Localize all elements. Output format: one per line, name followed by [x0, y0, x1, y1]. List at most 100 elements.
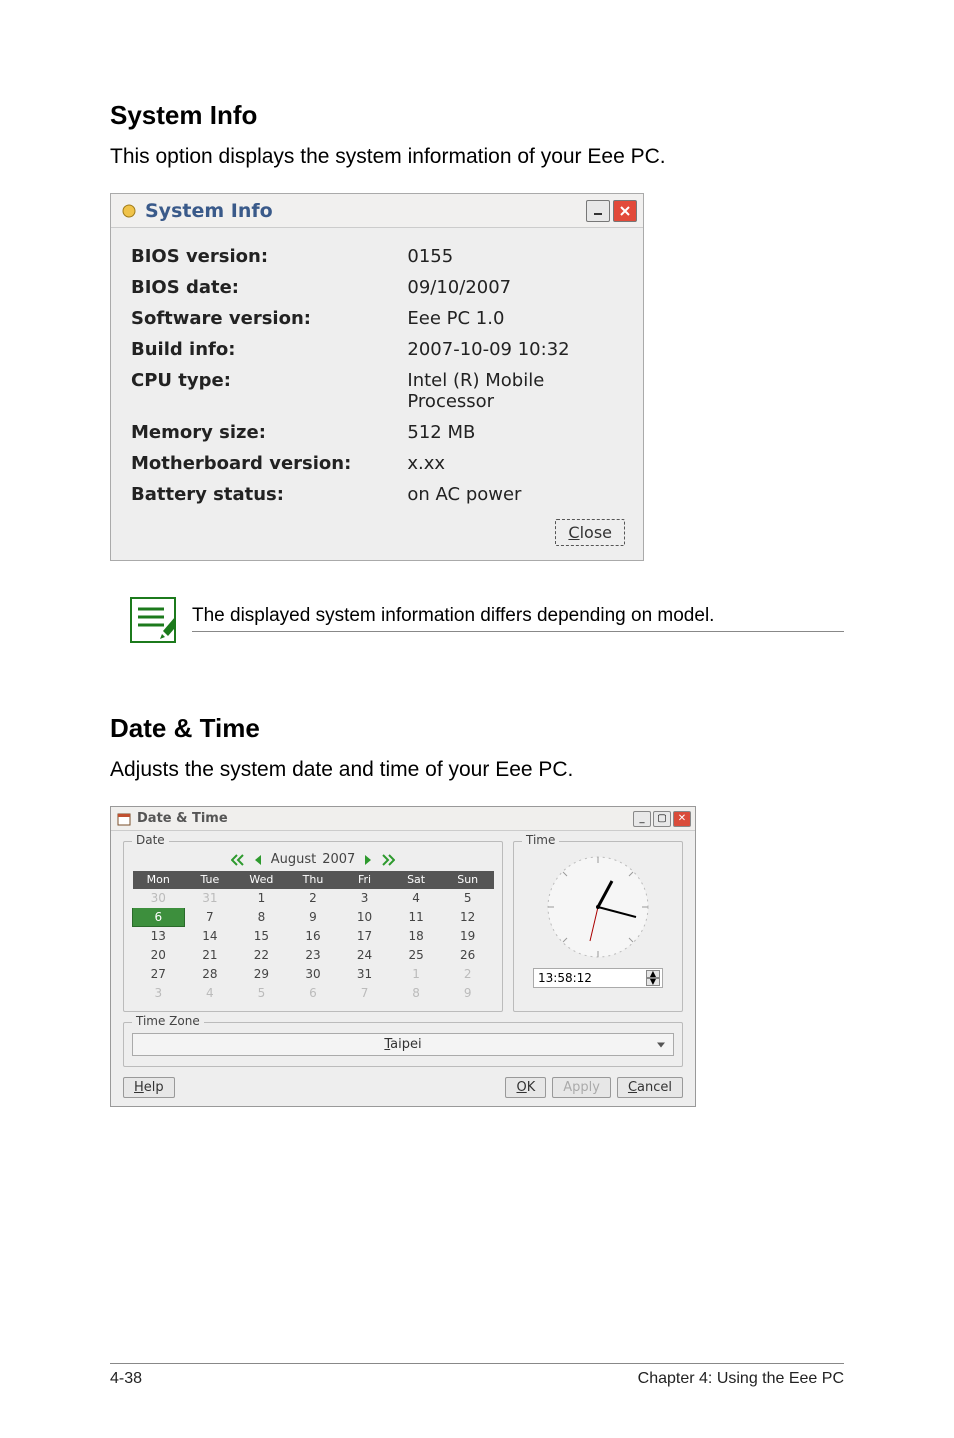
timezone-legend: Time Zone	[132, 1014, 204, 1028]
dt-maximize-button[interactable]: ▢	[653, 811, 671, 827]
calendar[interactable]: MonTueWedThuFriSatSun 303112345678910111…	[132, 871, 494, 1003]
weekday-header: Thu	[287, 871, 339, 889]
date-legend: Date	[132, 833, 169, 847]
sysinfo-table: BIOS version:0155BIOS date:09/10/2007Sof…	[129, 240, 625, 511]
calendar-day[interactable]: 6	[287, 984, 339, 1003]
datetime-window: Date & Time _ ▢ ✕ Date	[110, 806, 696, 1107]
info-value: 2007-10-09 10:32	[407, 335, 623, 364]
weekday-header: Sat	[390, 871, 442, 889]
calendar-day[interactable]: 6	[133, 908, 185, 927]
calendar-day[interactable]: 20	[133, 946, 185, 965]
prev-year-button[interactable]	[231, 853, 245, 867]
calendar-day[interactable]: 18	[390, 927, 442, 946]
datetime-description: Adjusts the system date and time of your…	[110, 758, 844, 782]
info-label: Motherboard version:	[131, 449, 405, 478]
calendar-day[interactable]: 28	[184, 965, 236, 984]
timezone-select[interactable]: Taipei	[132, 1033, 674, 1056]
calendar-day[interactable]: 3	[339, 889, 391, 908]
weekday-header: Fri	[339, 871, 391, 889]
next-year-button[interactable]	[381, 853, 395, 867]
sysinfo-titlebar: System Info	[111, 194, 643, 228]
ok-button[interactable]: OK	[505, 1077, 546, 1098]
time-spinner[interactable]: 13:58:12 ▲ ▼	[533, 968, 663, 988]
app-icon	[121, 203, 137, 219]
info-label: BIOS version:	[131, 242, 405, 271]
calendar-day[interactable]: 9	[287, 908, 339, 927]
time-legend: Time	[522, 833, 559, 847]
info-label: Build info:	[131, 335, 405, 364]
calendar-day[interactable]: 31	[184, 889, 236, 908]
calendar-day[interactable]: 24	[339, 946, 391, 965]
next-month-button[interactable]	[361, 853, 375, 867]
sysinfo-heading: System Info	[110, 100, 844, 131]
minimize-button[interactable]	[586, 200, 610, 222]
sysinfo-window: System Info BIOS version:0155BIOS date:0…	[110, 193, 644, 561]
info-value: Eee PC 1.0	[407, 304, 623, 333]
calendar-day[interactable]: 27	[133, 965, 185, 984]
apply-button[interactable]: Apply	[552, 1077, 611, 1098]
calendar-day[interactable]: 4	[184, 984, 236, 1003]
calendar-day[interactable]: 1	[236, 889, 288, 908]
info-label: BIOS date:	[131, 273, 405, 302]
calendar-day[interactable]: 10	[339, 908, 391, 927]
info-value: x.xx	[407, 449, 623, 478]
calendar-day[interactable]: 5	[236, 984, 288, 1003]
date-groupbox: Date August 2007	[123, 841, 503, 1012]
calendar-day[interactable]: 7	[339, 984, 391, 1003]
weekday-header: Tue	[184, 871, 236, 889]
calendar-day[interactable]: 12	[442, 908, 494, 927]
calendar-day[interactable]: 11	[390, 908, 442, 927]
note-text: The displayed system information differs…	[192, 597, 844, 632]
close-button[interactable]	[613, 200, 637, 222]
calendar-day[interactable]: 21	[184, 946, 236, 965]
dt-minimize-button[interactable]: _	[633, 811, 651, 827]
help-button[interactable]: Help	[123, 1077, 175, 1098]
calendar-day[interactable]: 17	[339, 927, 391, 946]
calendar-day[interactable]: 15	[236, 927, 288, 946]
calendar-day[interactable]: 30	[133, 889, 185, 908]
datetime-heading: Date & Time	[110, 713, 844, 744]
calendar-day[interactable]: 1	[390, 965, 442, 984]
calendar-day[interactable]: 8	[390, 984, 442, 1003]
datetime-app-icon	[117, 812, 131, 826]
close-dialog-button[interactable]: Close	[555, 519, 625, 546]
cancel-button[interactable]: Cancel	[617, 1077, 683, 1098]
calendar-day[interactable]: 3	[133, 984, 185, 1003]
datetime-titlebar: Date & Time _ ▢ ✕	[111, 807, 695, 831]
calendar-day[interactable]: 30	[287, 965, 339, 984]
calendar-day[interactable]: 5	[442, 889, 494, 908]
calendar-day[interactable]: 29	[236, 965, 288, 984]
page-footer: 4-38 Chapter 4: Using the Eee PC	[110, 1363, 844, 1388]
info-value: Intel (R) Mobile Processor	[407, 366, 623, 416]
calendar-day[interactable]: 13	[133, 927, 185, 946]
calendar-day[interactable]: 4	[390, 889, 442, 908]
calendar-day[interactable]: 25	[390, 946, 442, 965]
calendar-day[interactable]: 2	[287, 889, 339, 908]
calendar-day[interactable]: 23	[287, 946, 339, 965]
info-label: CPU type:	[131, 366, 405, 416]
sysinfo-description: This option displays the system informat…	[110, 145, 844, 169]
analog-clock	[538, 852, 658, 962]
timezone-value: Taipei	[384, 1037, 421, 1052]
calendar-day[interactable]: 19	[442, 927, 494, 946]
timezone-groupbox: Time Zone Taipei	[123, 1022, 683, 1067]
datetime-window-title: Date & Time	[137, 811, 228, 826]
note-box: The displayed system information differs…	[130, 597, 844, 643]
calendar-day[interactable]: 14	[184, 927, 236, 946]
page-number: 4-38	[110, 1370, 142, 1388]
calendar-day[interactable]: 7	[184, 908, 236, 927]
info-value: 09/10/2007	[407, 273, 623, 302]
info-label: Memory size:	[131, 418, 405, 447]
calendar-day[interactable]: 2	[442, 965, 494, 984]
calendar-day[interactable]: 22	[236, 946, 288, 965]
calendar-day[interactable]: 26	[442, 946, 494, 965]
close-label-rest: lose	[580, 523, 612, 542]
calendar-day[interactable]: 31	[339, 965, 391, 984]
dt-close-button[interactable]: ✕	[673, 811, 691, 827]
calendar-month: August	[271, 852, 317, 867]
prev-month-button[interactable]	[251, 853, 265, 867]
calendar-day[interactable]: 8	[236, 908, 288, 927]
time-down-button[interactable]: ▼	[646, 978, 660, 986]
calendar-day[interactable]: 16	[287, 927, 339, 946]
calendar-day[interactable]: 9	[442, 984, 494, 1003]
